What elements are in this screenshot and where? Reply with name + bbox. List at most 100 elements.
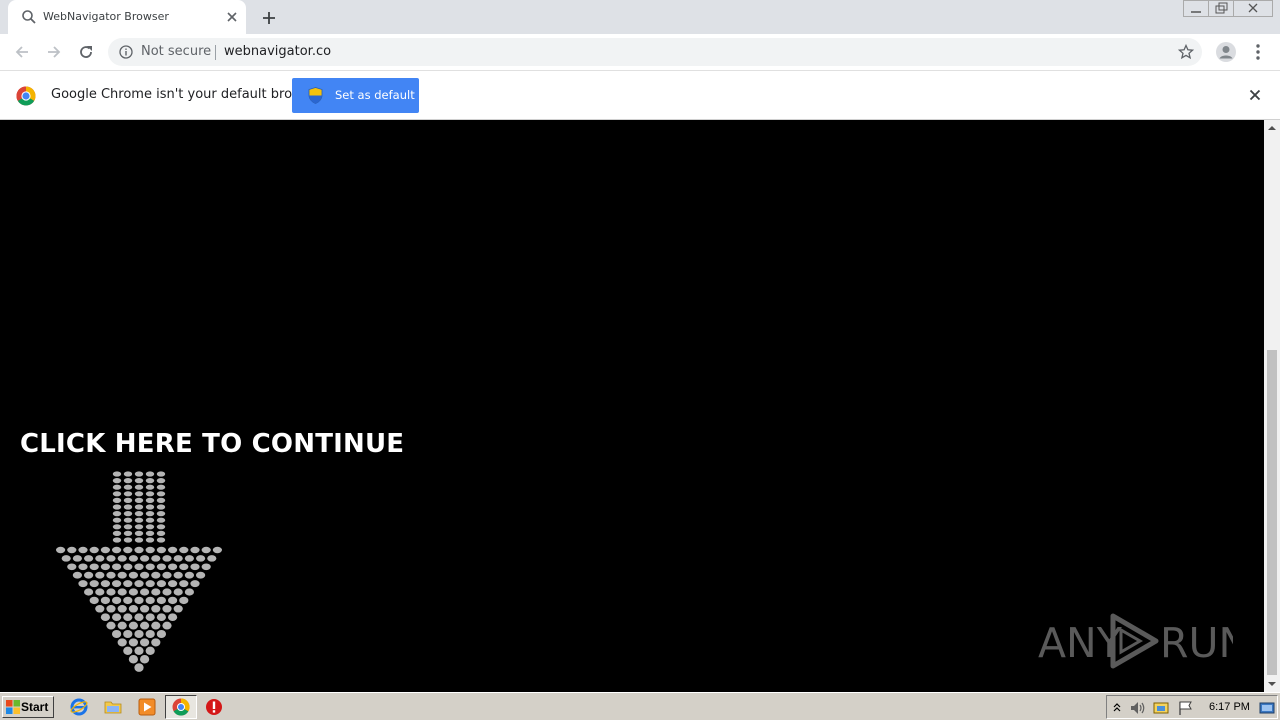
arrow-dot [173,571,183,579]
arrow-dot [145,630,155,638]
omnibox-divider [215,45,216,60]
search-icon [22,10,36,24]
info-icon[interactable] [119,45,133,59]
arrow-dot [134,580,144,588]
show-hidden-icons-icon[interactable] [1112,700,1122,714]
internet-explorer-icon[interactable] [70,698,88,716]
arrow-dot [128,638,138,647]
arrow-dot [123,646,133,655]
arrow-dot [78,546,88,554]
arrow-dot [179,546,189,554]
arrow-dot [156,491,166,497]
start-button[interactable]: Start [2,696,54,718]
arrow-dot [168,563,178,571]
arrow-dot [179,563,189,571]
taskbar-clock[interactable]: 6:17 PM [1209,701,1250,713]
arrow-dot [145,530,155,536]
reload-icon[interactable] [76,42,96,62]
set-as-default-label: Set as default [335,88,415,102]
arrow-dot [145,471,155,477]
arrow-dot [156,630,166,638]
new-tab-icon[interactable] [259,8,279,28]
arrow-dot [117,605,127,613]
arrow-dot [156,537,166,543]
arrow-dot [140,605,150,613]
show-desktop-icon[interactable] [1259,700,1275,716]
arrow-dot [173,555,183,562]
taskbar-chrome-active[interactable] [165,695,197,719]
down-arrow-icon[interactable] [52,470,227,680]
arrow-dot [134,511,144,517]
tab-webnavigator[interactable]: WebNavigator Browser [8,0,246,34]
arrow-dot [140,638,150,647]
arrow-dot [95,588,105,596]
close-window-button[interactable] [1233,0,1273,18]
volume-icon[interactable] [1129,700,1147,716]
click-to-continue-link[interactable]: CLICK HERE TO CONTINUE [20,429,404,459]
arrow-dot [112,497,122,503]
minimize-button[interactable] [1183,0,1209,18]
arrow-dot [123,630,133,638]
arrow-dot [123,524,133,530]
page-content: CLICK HERE TO CONTINUE ANY RUN [0,120,1264,692]
arrow-dot [95,571,105,579]
scroll-thumb[interactable] [1267,350,1277,675]
arrow-dot [134,596,144,605]
arrow-dot [184,555,194,562]
media-player-icon[interactable] [138,698,156,716]
arrow-dot [117,571,127,579]
arrow-dot [84,571,94,579]
arrow-dot [151,571,161,579]
tab-strip: WebNavigator Browser [0,0,1280,34]
address-bar[interactable]: Not secure webnavigator.co [108,38,1202,66]
stop-icon[interactable] [205,698,223,716]
arrow-dot [106,605,116,613]
arrow-dot [151,638,161,647]
infobar-message: Google Chrome isn't your default browser [51,87,323,102]
arrow-dot [196,555,206,562]
vertical-scrollbar[interactable] [1264,120,1280,692]
arrow-dot [156,524,166,530]
arrow-dot [112,563,122,571]
arrow-dot [123,471,133,477]
arrow-dot [84,555,94,562]
arrow-dot [168,546,178,554]
set-as-default-button[interactable]: Set as default [292,78,419,113]
back-icon[interactable] [12,42,32,62]
bookmark-star-icon[interactable] [1178,44,1194,60]
arrow-dot [168,580,178,588]
restore-button[interactable] [1208,0,1234,18]
security-label[interactable]: Not secure [141,44,211,59]
arrow-dot [140,571,150,579]
arrow-dot [123,511,133,517]
arrow-dot [112,613,122,622]
arrow-dot [145,484,155,490]
infobar-close-icon[interactable] [1247,87,1263,103]
arrow-dot [123,563,133,571]
scroll-up-arrow-icon[interactable] [1264,120,1280,136]
arrow-dot [156,517,166,523]
arrow-dot [156,484,166,490]
arrow-dot [134,497,144,503]
arrow-dot [190,580,200,588]
arrow-dot [140,555,150,562]
arrow-dot [112,537,122,543]
scroll-down-arrow-icon[interactable] [1264,676,1280,692]
network-icon[interactable] [1152,700,1170,716]
arrow-dot [156,563,166,571]
arrow-dot [89,596,99,605]
arrow-dot [151,588,161,596]
arrow-dot [145,563,155,571]
tab-close-icon[interactable] [224,9,240,25]
chrome-logo-icon [16,86,36,106]
arrow-dot [134,524,144,530]
profile-avatar-icon[interactable] [1215,41,1237,63]
forward-icon[interactable] [44,42,64,62]
folder-icon[interactable] [104,698,122,716]
arrow-dot [112,484,122,490]
arrow-dot [128,621,138,630]
arrow-dot [89,546,99,554]
action-center-flag-icon[interactable] [1177,700,1195,716]
url-text[interactable]: webnavigator.co [224,44,331,59]
more-menu-icon[interactable] [1249,42,1267,62]
